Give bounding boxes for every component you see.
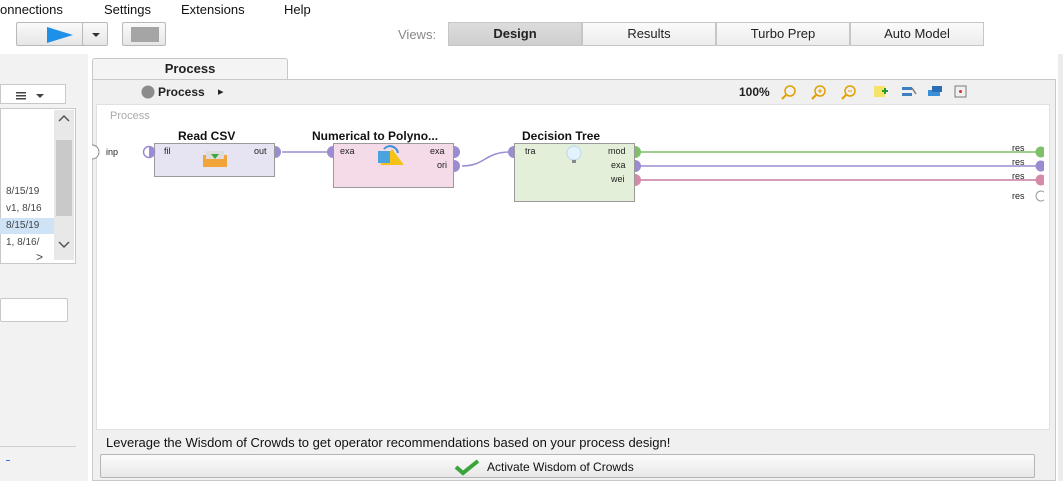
port-wei[interactable] [634, 174, 644, 186]
port-out[interactable] [274, 146, 284, 158]
port-label-res: res [1012, 157, 1025, 167]
process-input-port[interactable] [90, 144, 102, 160]
port-label-out: out [254, 146, 267, 156]
port-label-ori: ori [437, 160, 448, 170]
port-exa-out[interactable] [453, 146, 463, 158]
process-output-port-3[interactable] [1030, 174, 1044, 186]
type-conversion-icon [378, 145, 404, 165]
process-output-port-2[interactable] [1030, 160, 1044, 172]
checkmark-icon [454, 459, 480, 476]
port-label-exa-out: exa [430, 146, 445, 156]
port-label-res: res [1012, 143, 1025, 153]
port-label-tra: tra [525, 146, 536, 156]
port-label-fil: fil [164, 146, 171, 156]
port-mod[interactable] [634, 146, 644, 158]
port-tra[interactable] [503, 146, 515, 158]
operator-title-numerical: Numerical to Polyno... [312, 129, 439, 143]
operator-title-read-csv: Read CSV [178, 129, 236, 143]
port-label-res: res [1012, 171, 1025, 181]
port-label-exa-in: exa [340, 146, 355, 156]
operator-title-decision-tree: Decision Tree [522, 129, 601, 143]
port-ori[interactable] [453, 160, 463, 172]
process-output-port-1[interactable] [1030, 146, 1044, 158]
lightbulb-icon [566, 145, 582, 163]
port-fil[interactable] [142, 145, 156, 159]
process-output-port-4[interactable] [1030, 190, 1044, 202]
wisdom-message: Leverage the Wisdom of Crowds to get ope… [106, 435, 671, 450]
port-label-wei: wei [611, 174, 625, 184]
port-label-inp: inp [106, 147, 119, 157]
port-label-res: res [1012, 191, 1025, 201]
read-csv-icon [203, 147, 227, 167]
process-wires [146, 151, 1038, 181]
port-exa-tree[interactable] [634, 160, 644, 172]
right-panel-edge [1058, 54, 1063, 481]
port-label-exa: exa [611, 160, 626, 170]
port-label-mod: mod [608, 146, 626, 156]
activate-wisdom-button[interactable]: Activate Wisdom of Crowds [100, 454, 1035, 478]
activate-wisdom-label: Activate Wisdom of Crowds [487, 460, 634, 474]
port-exa-in[interactable] [322, 146, 334, 158]
